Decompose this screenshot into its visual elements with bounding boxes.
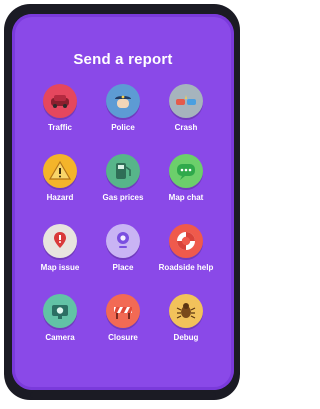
car-icon [43, 84, 77, 118]
bug-icon [169, 294, 203, 328]
tile-label: Closure [108, 333, 138, 342]
report-panel: Send a report Traffic Police Crash Hazar… [12, 14, 234, 390]
report-police-button[interactable]: Police [93, 84, 153, 132]
tile-label: Place [112, 263, 134, 272]
lifebuoy-icon [169, 224, 203, 258]
frame-bottom-bar [30, 392, 216, 398]
tile-label: Roadside help [158, 263, 214, 272]
hazard-icon [43, 154, 77, 188]
report-roadside-help-button[interactable]: Roadside help [156, 224, 216, 272]
tile-label: Debug [173, 333, 199, 342]
report-map-chat-button[interactable]: Map chat [156, 154, 216, 202]
crash-icon [169, 84, 203, 118]
police-icon [106, 84, 140, 118]
report-debug-button[interactable]: Debug [156, 294, 216, 342]
report-place-button[interactable]: Place [93, 224, 153, 272]
tile-label: Map issue [40, 263, 80, 272]
road-closure-icon [106, 294, 140, 328]
tile-label: Map chat [168, 193, 204, 202]
tile-label: Crash [174, 123, 198, 132]
report-hazard-button[interactable]: Hazard [30, 154, 90, 202]
gas-pump-icon [106, 154, 140, 188]
report-gas-prices-button[interactable]: Gas prices [93, 154, 153, 202]
tile-label: Camera [45, 333, 75, 342]
place-icon [106, 224, 140, 258]
report-camera-button[interactable]: Camera [30, 294, 90, 342]
camera-icon [43, 294, 77, 328]
report-closure-button[interactable]: Closure [93, 294, 153, 342]
report-map-issue-button[interactable]: Map issue [30, 224, 90, 272]
tile-label: Traffic [47, 123, 72, 132]
report-grid: Traffic Police Crash Hazard Gas prices M… [12, 14, 234, 390]
report-traffic-button[interactable]: Traffic [30, 84, 90, 132]
chat-bubble-icon [169, 154, 203, 188]
map-pin-icon [43, 224, 77, 258]
report-crash-button[interactable]: Crash [156, 84, 216, 132]
tile-label: Hazard [46, 193, 74, 202]
tile-label: Police [111, 123, 135, 132]
tile-label: Gas prices [102, 193, 144, 202]
